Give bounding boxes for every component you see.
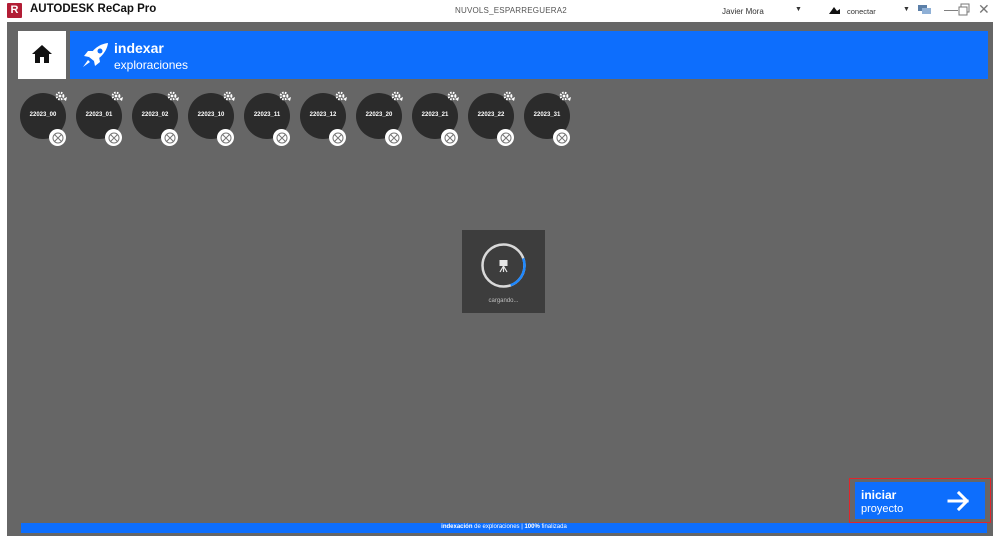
start-project-button[interactable]: iniciar proyecto <box>855 482 985 519</box>
scan-target-button[interactable] <box>497 129 514 146</box>
scan-target-button[interactable] <box>441 129 458 146</box>
target-icon <box>108 132 119 143</box>
scan-item[interactable]: 22023_31 <box>524 90 572 146</box>
start-project-sublabel: proyecto <box>861 503 904 515</box>
loading-spinner <box>481 243 526 288</box>
gear-icon[interactable] <box>278 90 292 102</box>
home-button[interactable] <box>18 31 66 79</box>
scan-target-button[interactable] <box>161 129 178 146</box>
recap-logo-icon: R <box>7 3 22 18</box>
scan-label: 22023_10 <box>197 112 225 118</box>
scan-label: 22023_12 <box>309 112 337 118</box>
scan-label: 22023_22 <box>477 112 505 118</box>
gear-icon[interactable] <box>446 90 460 102</box>
gear-icon[interactable] <box>110 90 124 102</box>
status-state: finalizada <box>539 524 567 530</box>
user-dropdown-icon[interactable]: ▼ <box>795 6 802 13</box>
gear-icon[interactable] <box>502 90 516 102</box>
scanner-icon <box>499 260 508 273</box>
scan-item[interactable]: 22023_22 <box>468 90 516 146</box>
close-button[interactable]: ✕ <box>978 1 990 18</box>
minimize-button[interactable]: — <box>944 1 958 17</box>
scan-item[interactable]: 22023_01 <box>76 90 124 146</box>
target-icon <box>220 132 231 143</box>
target-icon <box>556 132 567 143</box>
loading-panel: cargando... <box>462 230 545 313</box>
start-project-label: iniciar <box>861 488 897 502</box>
scan-item[interactable]: 22023_12 <box>300 90 348 146</box>
target-icon <box>52 132 63 143</box>
scan-list: 22023_00 22023_01 22023_02 22023_10 2202… <box>20 90 580 146</box>
home-icon <box>32 45 52 63</box>
scan-label: 22023_11 <box>253 112 281 118</box>
status-text: indexación de exploraciones | 100% final… <box>21 524 987 530</box>
gear-icon[interactable] <box>334 90 348 102</box>
gear-icon[interactable] <box>166 90 180 102</box>
scan-label: 22023_02 <box>141 112 169 118</box>
scan-target-button[interactable] <box>49 129 66 146</box>
banner-subtitle: exploraciones <box>114 58 189 72</box>
user-menu[interactable]: Javier Mora <box>722 7 764 16</box>
loading-label: cargando... <box>488 298 519 304</box>
document-title: NUVOLS_ESPARREGUERA2 <box>455 6 567 15</box>
scan-label: 22023_20 <box>365 112 393 118</box>
target-icon <box>276 132 287 143</box>
scan-target-button[interactable] <box>329 129 346 146</box>
scan-target-button[interactable] <box>553 129 570 146</box>
target-icon <box>332 132 343 143</box>
gear-icon[interactable] <box>222 90 236 102</box>
restore-button[interactable] <box>958 3 970 17</box>
scan-item[interactable]: 22023_00 <box>20 90 68 146</box>
status-detail: de exploraciones | <box>472 524 525 530</box>
arrow-right-icon <box>947 490 970 512</box>
status-percent: 100% <box>524 524 540 530</box>
scan-item[interactable]: 22023_20 <box>356 90 404 146</box>
scan-item[interactable]: 22023_21 <box>412 90 460 146</box>
scan-item[interactable]: 22023_11 <box>244 90 292 146</box>
connect-dropdown-icon[interactable]: ▼ <box>903 6 910 13</box>
connect-menu[interactable]: conectar <box>847 7 876 16</box>
chat-icon[interactable] <box>918 4 932 16</box>
target-icon <box>500 132 511 143</box>
scan-target-button[interactable] <box>385 129 402 146</box>
scan-target-button[interactable] <box>273 129 290 146</box>
scan-target-button[interactable] <box>105 129 122 146</box>
scan-label: 22023_00 <box>29 112 57 118</box>
scan-label: 22023_01 <box>85 112 113 118</box>
scan-label: 22023_31 <box>533 112 561 118</box>
app-title: AUTODESK ReCap Pro <box>30 3 157 15</box>
title-bar: R AUTODESK ReCap Pro NUVOLS_ESPARREGUERA… <box>0 0 993 22</box>
target-icon <box>164 132 175 143</box>
scan-target-button[interactable] <box>217 129 234 146</box>
scan-item[interactable]: 22023_10 <box>188 90 236 146</box>
status-bar: indexación de exploraciones | 100% final… <box>21 523 987 533</box>
rocket-icon <box>83 43 108 67</box>
gear-icon[interactable] <box>54 90 68 102</box>
scan-item[interactable]: 22023_02 <box>132 90 180 146</box>
gear-icon[interactable] <box>558 90 572 102</box>
connect-icon[interactable] <box>828 5 841 15</box>
status-action: indexación <box>441 524 473 530</box>
scan-label: 22023_21 <box>421 112 449 118</box>
gear-icon[interactable] <box>390 90 404 102</box>
step-banner: indexar exploraciones <box>70 31 988 79</box>
banner-title: indexar <box>114 40 164 56</box>
target-icon <box>444 132 455 143</box>
target-icon <box>388 132 399 143</box>
